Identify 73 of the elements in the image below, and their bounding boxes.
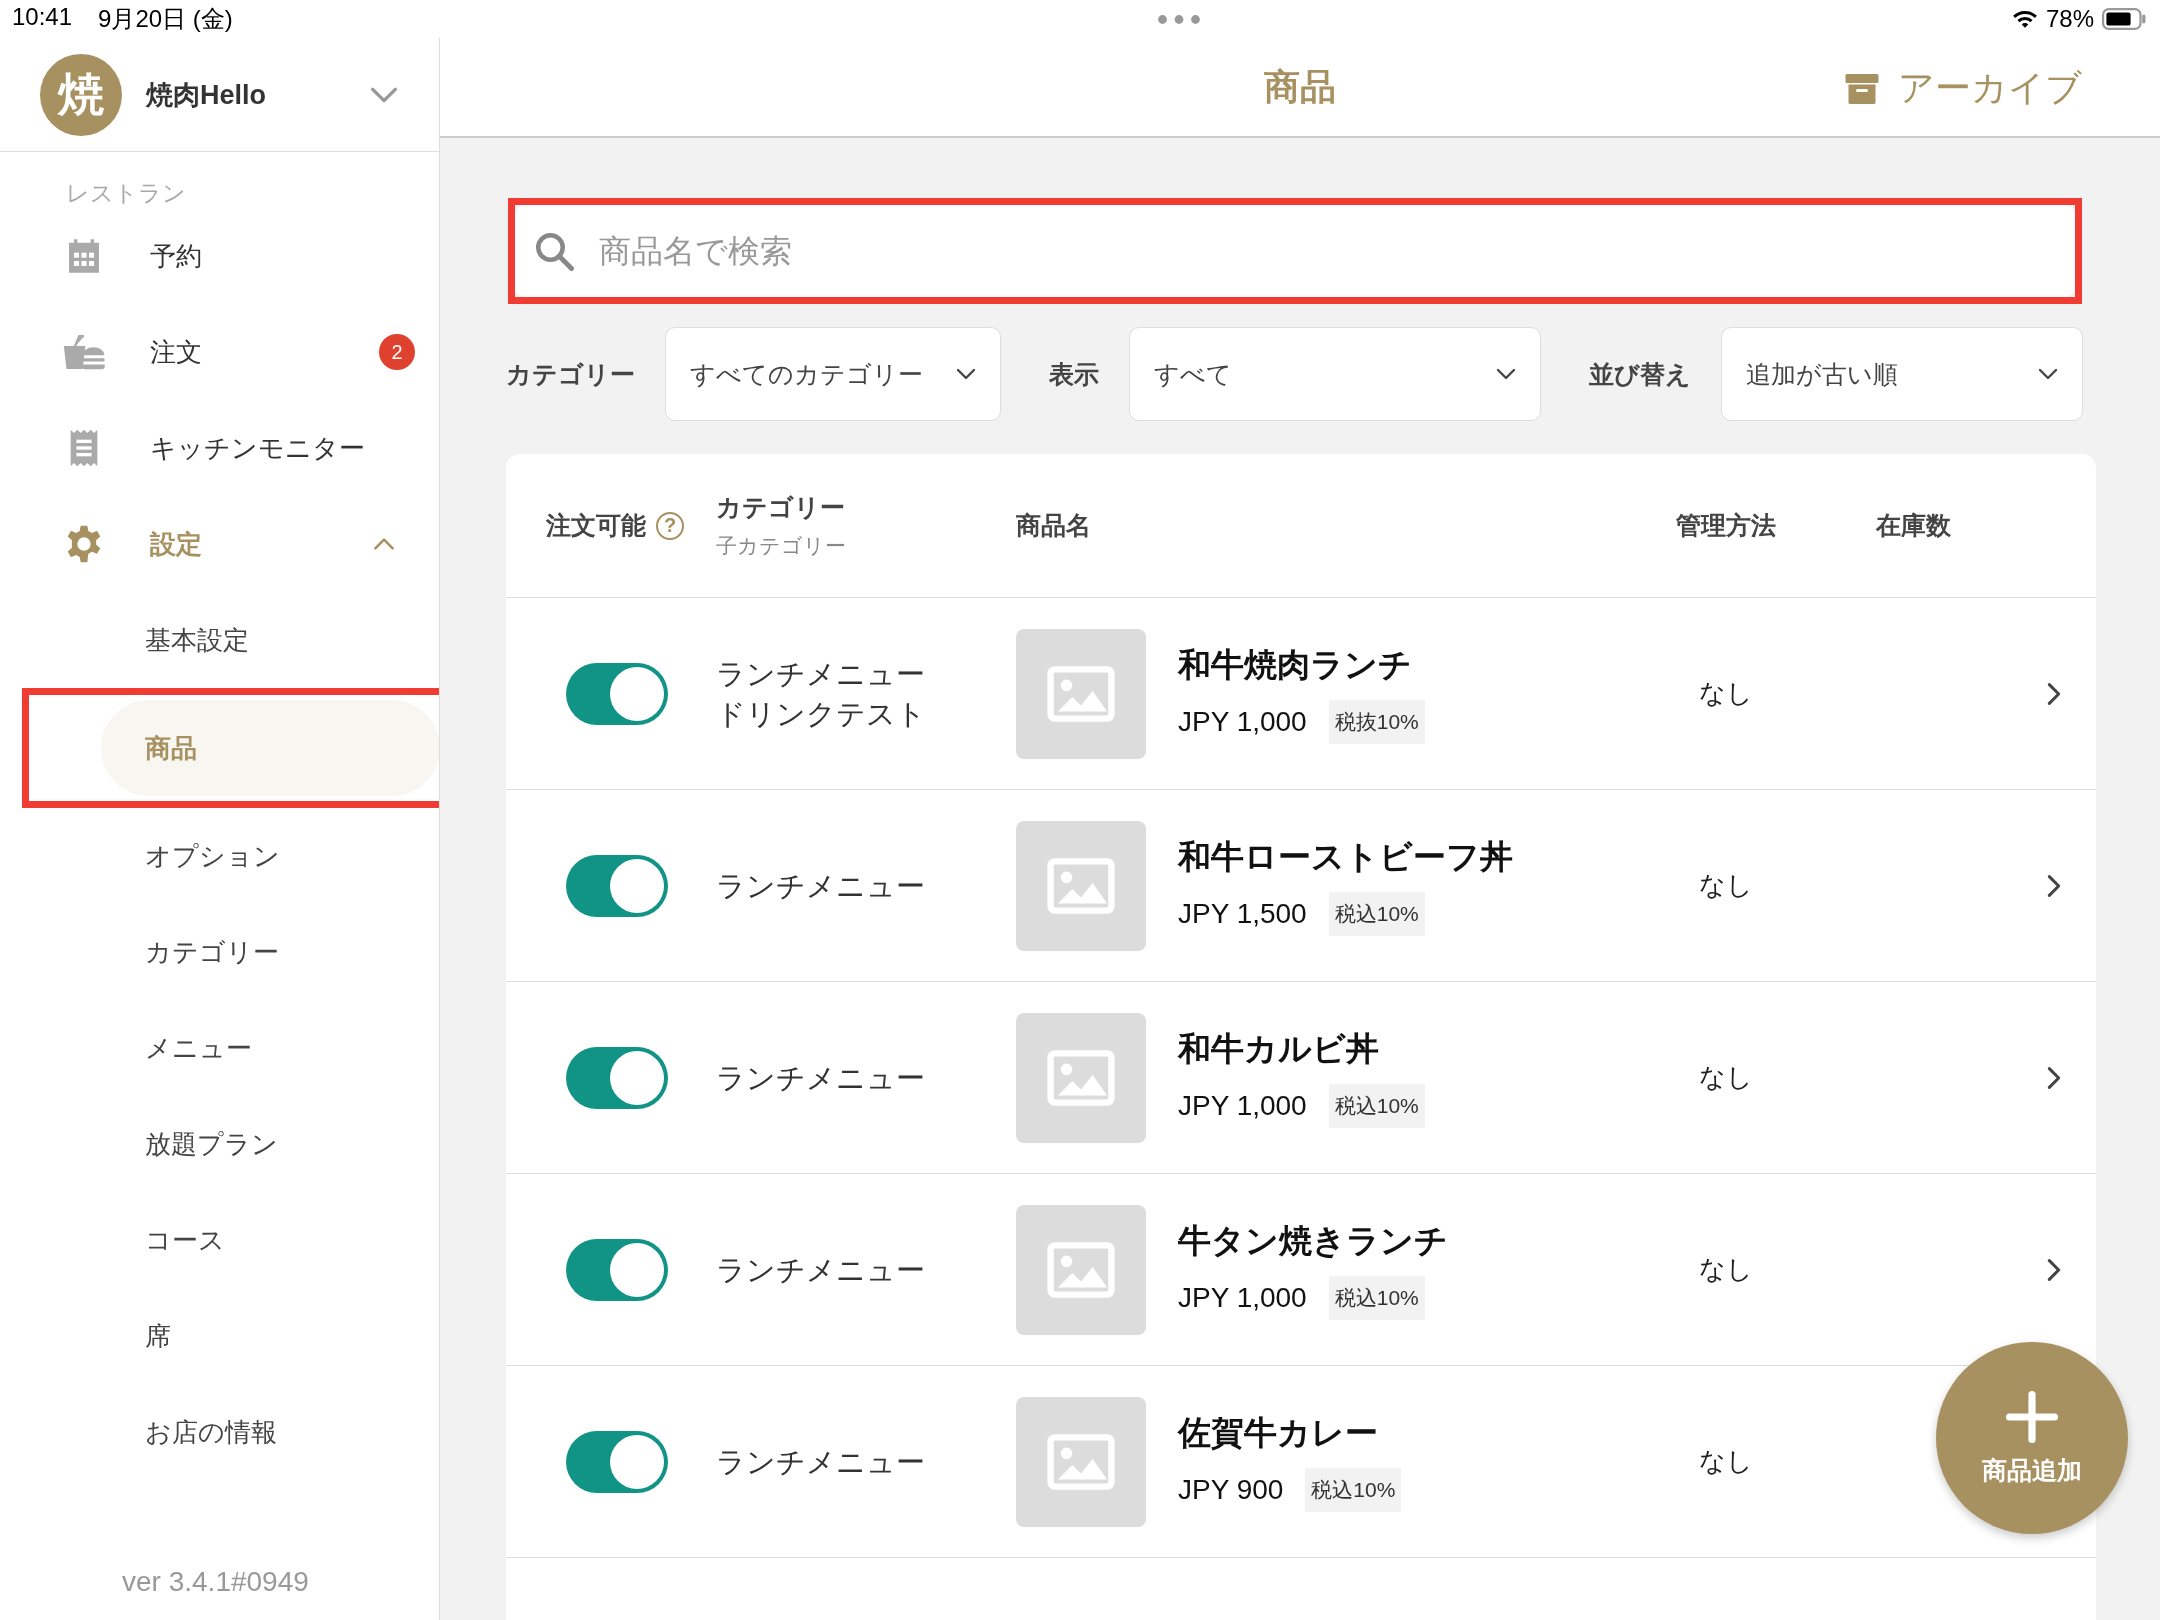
section-label: レストラン — [65, 179, 187, 208]
price-text: JPY 900 — [1178, 1474, 1284, 1506]
battery-icon — [2102, 8, 2146, 30]
product-name: 和牛ローストビーフ丼 — [1178, 837, 1513, 877]
management-text: なし — [1699, 1445, 1753, 1478]
tax-tag: 税込10% — [1328, 1276, 1425, 1320]
filter-dropdown[interactable]: 追加が古い順 — [1721, 327, 2083, 421]
filter-dropdown[interactable]: すべてのカテゴリー — [665, 327, 1001, 421]
drink-burger-icon — [62, 332, 106, 372]
category-text: ランチメニュー — [716, 1252, 926, 1288]
column-header: 管理方法 — [1676, 510, 1776, 541]
filter-label: カテゴリー — [506, 358, 635, 390]
nav-subitem[interactable]: コース — [0, 1192, 439, 1288]
management-text: なし — [1699, 1253, 1753, 1286]
nav-subitem[interactable]: オプション — [0, 808, 439, 904]
nav-subitem[interactable]: カテゴリー — [0, 904, 439, 1000]
management-text: なし — [1699, 1061, 1753, 1094]
product-name: 和牛カルビ丼 — [1178, 1029, 1380, 1069]
tax-tag: 税込10% — [1328, 1084, 1425, 1128]
nav-label: キッチンモニター — [150, 431, 366, 465]
nav-label: 設定 — [150, 527, 203, 561]
image-icon — [1046, 1048, 1116, 1107]
product-name: 和牛焼肉ランチ — [1178, 645, 1413, 685]
price-text: JPY 1,000 — [1178, 1282, 1307, 1314]
status-time: 10:41 — [12, 3, 73, 32]
product-name: 牛タン焼きランチ — [1178, 1221, 1448, 1261]
column-header: カテゴリー — [716, 492, 846, 523]
subcategory-text: ドリンクテスト — [716, 696, 927, 732]
category-text: ランチメニュー — [716, 656, 926, 692]
more-dots-icon — [1157, 13, 1201, 25]
column-subheader: 子カテゴリー — [716, 533, 847, 559]
shop-avatar: 焼 — [40, 53, 122, 136]
nav-subitem[interactable]: お店の情報 — [0, 1384, 439, 1480]
nav-item[interactable]: 予約 — [0, 208, 439, 304]
product-name: 佐賀牛カレー — [1178, 1413, 1379, 1453]
filter-label: 並び替え — [1589, 358, 1691, 390]
nav-subitem[interactable]: 基本設定 — [0, 592, 439, 688]
tax-tag: 税抜10% — [1328, 700, 1425, 744]
management-text: なし — [1699, 677, 1753, 710]
column-header: 商品名 — [1016, 510, 1091, 541]
image-icon — [1046, 856, 1116, 915]
nav-item[interactable]: キッチンモニター — [0, 400, 439, 496]
category-text: ランチメニュー — [716, 1444, 926, 1480]
filter-label: 表示 — [1049, 358, 1099, 390]
price-text: JPY 1,000 — [1178, 706, 1307, 738]
status-date: 9月20日 (金) — [98, 4, 233, 34]
nav-subitem[interactable]: 放題プラン — [0, 1096, 439, 1192]
category-text: ランチメニュー — [716, 868, 926, 904]
nav-subitem[interactable]: 席 — [0, 1288, 439, 1384]
tax-tag: 税込10% — [1305, 1468, 1402, 1512]
search-icon — [533, 230, 575, 272]
search-field[interactable]: 商品名で検索 — [515, 205, 2075, 297]
plus-icon — [2005, 1389, 2059, 1444]
nav-label: 予約 — [150, 239, 203, 273]
wifi-icon — [2011, 9, 2038, 29]
image-icon — [1046, 1240, 1116, 1299]
count-badge: 2 — [379, 334, 415, 370]
column-header: 在庫数 — [1875, 510, 1951, 541]
category-text: ランチメニュー — [716, 1060, 926, 1096]
nav-item[interactable]: 注文 2 — [0, 304, 439, 400]
nav-label: 注文 — [150, 335, 203, 369]
filter-dropdown[interactable]: すべて — [1129, 327, 1541, 421]
management-text: なし — [1699, 869, 1753, 902]
nav-subitem[interactable]: メニュー — [0, 1000, 439, 1096]
image-icon — [1046, 1432, 1116, 1491]
shop-name: 焼肉Hello — [146, 78, 267, 112]
image-icon — [1046, 664, 1116, 723]
tax-tag: 税込10% — [1328, 892, 1425, 936]
battery-percent: 78% — [2045, 5, 2094, 33]
column-header: 注文可能 — [546, 510, 646, 541]
price-text: JPY 1,500 — [1178, 898, 1307, 930]
price-text: JPY 1,000 — [1178, 1090, 1307, 1122]
page-title: 商品 — [1264, 64, 1336, 109]
